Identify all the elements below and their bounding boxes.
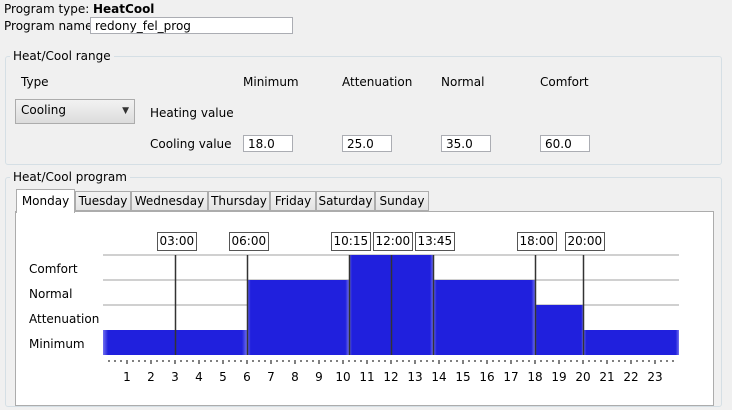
type-combobox-value: Cooling [21,103,66,117]
marker-time-label[interactable]: 18:00 [516,232,558,251]
schedule-segment[interactable] [583,330,679,355]
x-tick-label: 6 [243,370,251,384]
cooling-value-label: Cooling value [150,137,232,151]
x-tick-label: 18 [527,370,542,384]
marker-time-label[interactable]: 13:45 [414,232,456,251]
tab-tuesday[interactable]: Tuesday [75,191,131,211]
type-combobox[interactable]: Cooling ▼ [15,99,135,124]
program-name-label: Program name: [4,19,97,33]
x-tick-label: 1 [123,370,131,384]
column-comfort: Comfort [540,75,589,89]
program-type-value: HeatCool [93,2,155,16]
x-tick-label: 3 [171,370,179,384]
x-tick-label: 12 [383,370,398,384]
tab-sunday[interactable]: Sunday [375,191,429,211]
column-minimum: Minimum [243,75,299,89]
marker-time-label[interactable]: 20:00 [564,232,606,251]
level-label-minimum: Minimum [29,337,85,351]
marker-time-label[interactable]: 10:15 [330,232,372,251]
x-tick-label: 13 [407,370,422,384]
program-name-field[interactable]: redony_fel_prog [90,17,293,34]
x-tick-label: 16 [479,370,494,384]
heating-value-label: Heating value [150,106,234,120]
schedule-segment[interactable] [247,280,349,355]
cooling-attenuation-field[interactable]: 25.0 [342,135,392,152]
level-label-attenuation: Attenuation [29,312,99,326]
marker-time-label[interactable]: 12:00 [372,232,414,251]
x-tick-label: 14 [431,370,446,384]
x-tick-label: 5 [219,370,227,384]
marker-time-label[interactable]: 03:00 [156,232,198,251]
x-tick-label: 11 [359,370,374,384]
marker-time-label[interactable]: 06:00 [228,232,270,251]
x-tick-label: 7 [267,370,275,384]
x-tick-label: 17 [503,370,518,384]
x-tick-label: 9 [315,370,323,384]
cooling-normal-field[interactable]: 35.0 [441,135,491,152]
level-label-comfort: Comfort [29,262,78,276]
tab-wednesday[interactable]: Wednesday [131,191,208,211]
schedule-segment[interactable] [433,280,535,355]
cooling-comfort-field[interactable]: 60.0 [540,135,590,152]
x-tick-label: 21 [599,370,614,384]
column-normal: Normal [441,75,485,89]
tab-friday[interactable]: Friday [270,191,316,211]
column-attenuation: Attenuation [342,75,413,89]
program-type-label: Program type: [4,2,90,16]
tab-saturday[interactable]: Saturday [316,191,375,211]
x-tick-label: 10 [335,370,350,384]
x-tick-label: 23 [647,370,662,384]
chevron-down-icon: ▼ [122,106,129,116]
x-tick-label: 2 [147,370,155,384]
heat-cool-program-title: Heat/Cool program [10,170,130,184]
x-tick-label: 19 [551,370,566,384]
x-tick-label: 4 [195,370,203,384]
cooling-minimum-field[interactable]: 18.0 [243,135,293,152]
schedule-segment[interactable] [535,305,583,355]
tab-monday[interactable]: Monday [16,189,75,213]
x-tick-label: 8 [291,370,299,384]
type-label: Type [21,75,49,89]
x-tick-label: 15 [455,370,470,384]
level-label-normal: Normal [29,287,72,301]
x-tick-label: 22 [623,370,638,384]
x-tick-label: 20 [575,370,590,384]
heat-cool-range-title: Heat/Cool range [10,49,114,63]
tab-thursday[interactable]: Thursday [208,191,270,211]
